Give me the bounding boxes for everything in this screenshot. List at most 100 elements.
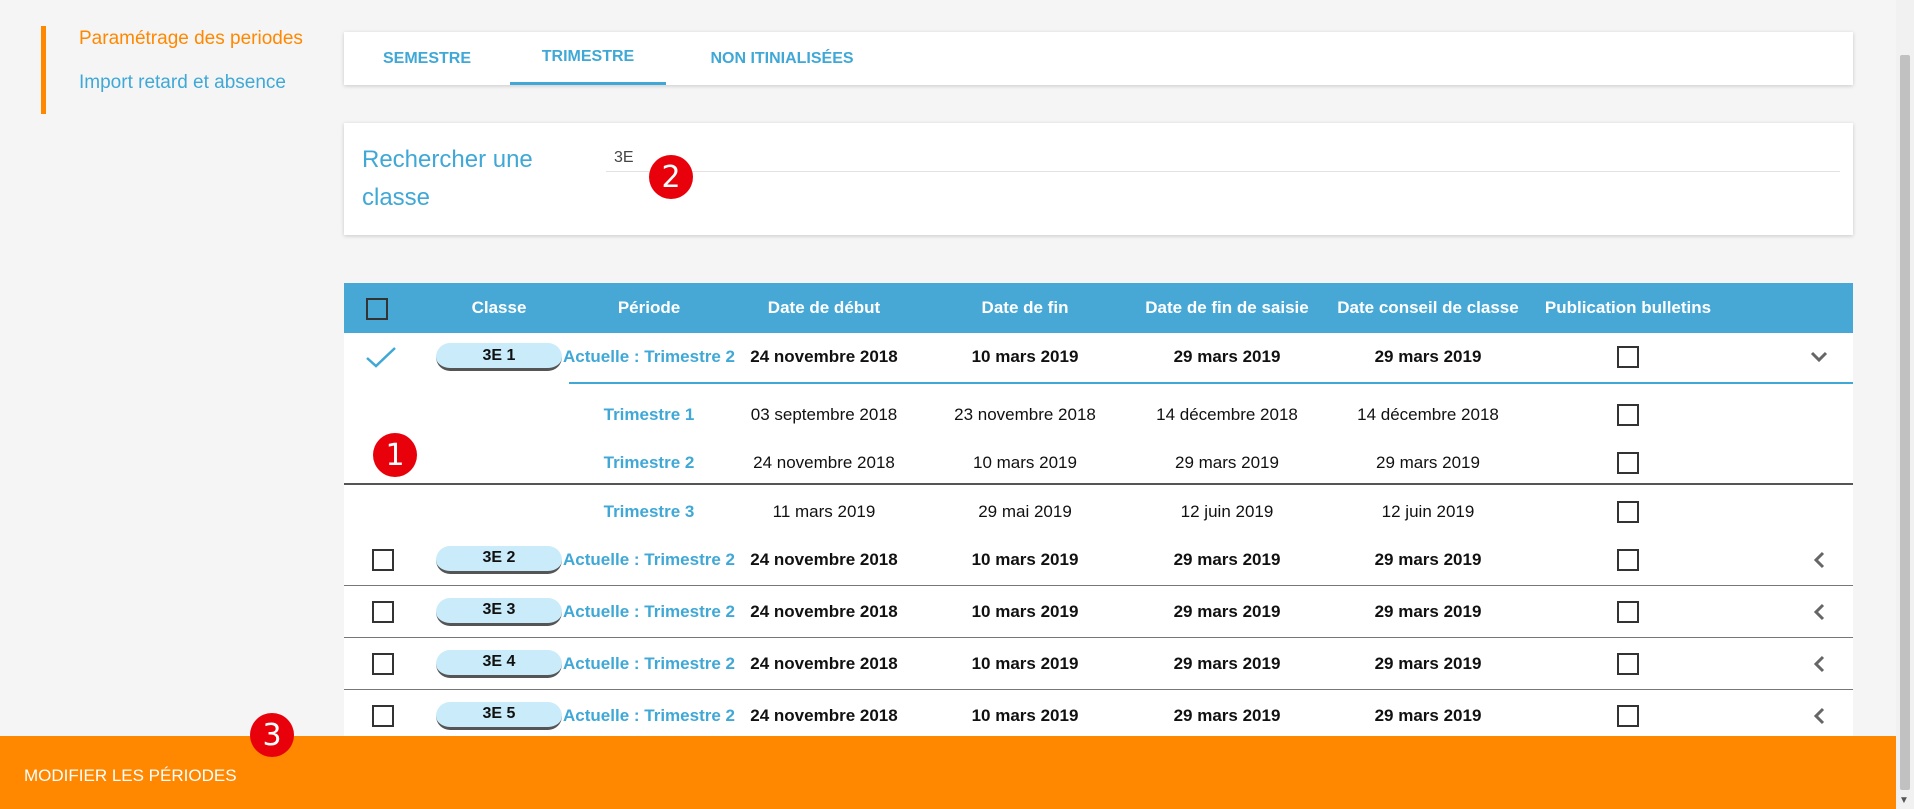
publication-checkbox[interactable] — [1617, 346, 1639, 368]
tab-non-initialisees[interactable]: NON ITINIALISÉES — [666, 32, 898, 85]
header-classe: Classe — [471, 298, 527, 317]
annotation-marker-3: 3 — [250, 713, 294, 757]
publication-checkbox[interactable] — [1617, 501, 1639, 523]
date-fin: 10 mars 2019 — [971, 653, 1079, 673]
tab-semestre[interactable]: SEMESTRE — [344, 32, 510, 85]
publication-checkbox[interactable] — [1617, 652, 1639, 675]
date-debut: 03 septembre 2018 — [750, 405, 898, 424]
check-icon[interactable] — [362, 333, 400, 381]
header-date-debut: Date de début — [767, 298, 881, 317]
date-fin-saisie: 29 mars 2019 — [1173, 653, 1281, 673]
date-debut: 24 novembre 2018 — [753, 453, 895, 472]
tab-trimestre[interactable]: TRIMESTRE — [510, 32, 666, 85]
sidebar-item-parametrage[interactable]: Paramétrage des periodes — [79, 26, 349, 51]
sub-row: Trimestre 2 24 novembre 2018 10 mars 201… — [344, 439, 1853, 487]
class-pill[interactable]: 3E 2 — [436, 545, 562, 574]
date-fin-saisie: 29 mars 2019 — [1173, 347, 1281, 366]
class-pill[interactable]: 3E 5 — [436, 701, 562, 730]
chevron-left-icon[interactable] — [1804, 586, 1834, 637]
sub-period-link[interactable]: Trimestre 3 — [574, 487, 724, 537]
sidebar-item-import[interactable]: Import retard et absence — [79, 70, 349, 95]
date-conseil: 29 mars 2019 — [1374, 347, 1482, 366]
date-fin-saisie: 12 juin 2019 — [1180, 502, 1274, 521]
header-date-fin: Date de fin — [981, 298, 1069, 317]
chevron-left-icon[interactable] — [1804, 638, 1834, 689]
tab-bar: SEMESTRE TRIMESTRE NON ITINIALISÉES — [344, 32, 1853, 85]
date-fin: 10 mars 2019 — [971, 705, 1079, 725]
search-input[interactable] — [606, 145, 1840, 172]
date-fin-saisie: 29 mars 2019 — [1173, 549, 1281, 569]
date-conseil: 29 mars 2019 — [1374, 601, 1482, 621]
header-date-conseil: Date conseil de classe — [1337, 298, 1519, 317]
select-all-checkbox[interactable] — [366, 298, 388, 320]
header-date-fin-saisie: Date de fin de saisie — [1145, 298, 1309, 317]
chevron-left-icon[interactable] — [1804, 534, 1834, 585]
row-checkbox[interactable] — [372, 600, 394, 623]
search-card: Rechercher une classe 2 — [344, 123, 1853, 235]
date-debut: 24 novembre 2018 — [750, 653, 898, 673]
date-fin: 10 mars 2019 — [971, 549, 1079, 569]
date-fin: 29 mai 2019 — [978, 502, 1072, 521]
chevron-left-icon[interactable] — [1804, 690, 1834, 741]
annotation-marker-2: 2 — [649, 155, 693, 199]
period-link[interactable]: Actuelle : Trimestre 2 — [563, 534, 735, 585]
date-debut: 11 mars 2019 — [772, 502, 876, 521]
table-row-expanded: 3E 1 Actuelle : Trimestre 2 24 novembre … — [344, 333, 1853, 523]
date-debut: 24 novembre 2018 — [750, 601, 898, 621]
date-debut: 24 novembre 2018 — [750, 347, 898, 366]
date-fin: 10 mars 2019 — [971, 601, 1079, 621]
scroll-down-arrow-icon[interactable]: ▼ — [1899, 795, 1909, 806]
table-row[interactable]: 3E 5 Actuelle : Trimestre 2 24 novembre … — [344, 690, 1853, 742]
date-conseil: 14 décembre 2018 — [1357, 405, 1499, 424]
search-label: Rechercher une classe — [362, 146, 533, 211]
date-fin-saisie: 29 mars 2019 — [1175, 453, 1279, 472]
date-fin-saisie: 29 mars 2019 — [1173, 601, 1281, 621]
row-separator — [569, 382, 1853, 384]
date-fin-saisie: 14 décembre 2018 — [1156, 405, 1298, 424]
modify-periods-button[interactable]: MODIFIER LES PÉRIODES — [24, 766, 237, 786]
publication-checkbox[interactable] — [1617, 600, 1639, 623]
class-pill[interactable]: 3E 1 — [436, 343, 562, 371]
table-row[interactable]: 3E 2 Actuelle : Trimestre 2 24 novembre … — [344, 534, 1853, 586]
sub-period-link[interactable]: Trimestre 2 — [574, 439, 724, 487]
bottom-action-bar: MODIFIER LES PÉRIODES 3 — [0, 713, 1896, 809]
date-fin: 23 novembre 2018 — [954, 405, 1096, 424]
sub-row: Trimestre 3 11 mars 2019 29 mai 2019 12 … — [344, 487, 1853, 537]
chevron-down-icon[interactable] — [1804, 333, 1834, 381]
scrollbar-thumb[interactable] — [1900, 55, 1910, 790]
publication-checkbox[interactable] — [1617, 452, 1639, 474]
sidebar: Paramétrage des periodes Import retard e… — [41, 26, 349, 114]
sub-row: Trimestre 1 03 septembre 2018 23 novembr… — [344, 391, 1853, 439]
publication-checkbox[interactable] — [1617, 404, 1639, 426]
date-conseil: 29 mars 2019 — [1374, 705, 1482, 725]
date-conseil: 29 mars 2019 — [1374, 549, 1482, 569]
publication-checkbox[interactable] — [1617, 704, 1639, 727]
class-pill[interactable]: 3E 3 — [436, 597, 562, 626]
publication-checkbox[interactable] — [1617, 548, 1639, 571]
date-conseil: 12 juin 2019 — [1381, 502, 1475, 521]
period-link[interactable]: Actuelle : Trimestre 2 — [563, 333, 735, 381]
period-link[interactable]: Actuelle : Trimestre 2 — [563, 586, 735, 637]
date-fin-saisie: 29 mars 2019 — [1173, 705, 1281, 725]
period-link[interactable]: Actuelle : Trimestre 2 — [563, 638, 735, 689]
date-debut: 24 novembre 2018 — [750, 705, 898, 725]
table-row[interactable]: 3E 4 Actuelle : Trimestre 2 24 novembre … — [344, 638, 1853, 690]
date-conseil: 29 mars 2019 — [1374, 653, 1482, 673]
header-periode: Période — [617, 298, 681, 317]
table-row-main[interactable]: 3E 1 Actuelle : Trimestre 2 24 novembre … — [344, 333, 1853, 381]
period-link[interactable]: Actuelle : Trimestre 2 — [563, 690, 735, 741]
sub-period-link[interactable]: Trimestre 1 — [574, 391, 724, 439]
table-row[interactable]: 3E 3 Actuelle : Trimestre 2 24 novembre … — [344, 586, 1853, 638]
class-pill[interactable]: 3E 4 — [436, 649, 562, 678]
periods-table: Classe Période Date de début Date de fin… — [344, 283, 1853, 742]
date-fin: 10 mars 2019 — [971, 347, 1079, 366]
row-checkbox[interactable] — [372, 548, 394, 571]
scrollbar[interactable]: ▼ — [1896, 0, 1914, 809]
date-conseil: 29 mars 2019 — [1376, 453, 1480, 472]
header-publication: Publication bulletins — [1544, 298, 1712, 317]
date-fin: 10 mars 2019 — [973, 453, 1077, 472]
row-checkbox[interactable] — [372, 704, 394, 727]
table-header: Classe Période Date de début Date de fin… — [344, 283, 1853, 333]
row-checkbox[interactable] — [372, 652, 394, 675]
date-debut: 24 novembre 2018 — [750, 549, 898, 569]
